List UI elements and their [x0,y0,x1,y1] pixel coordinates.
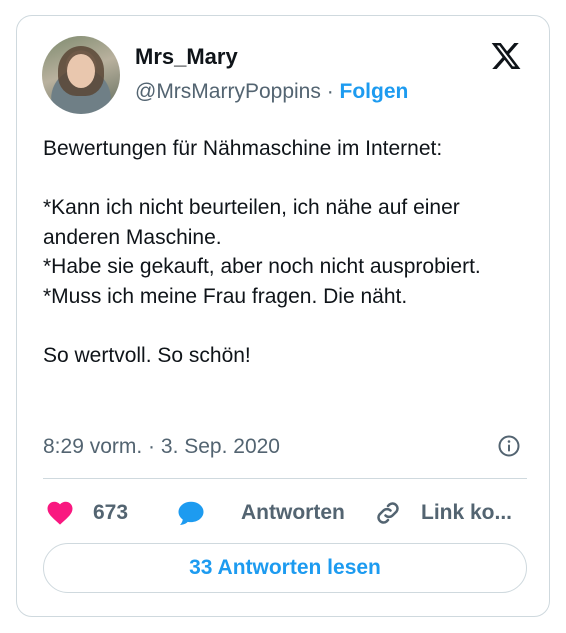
avatar-face [67,54,95,88]
timestamp-separator: · [142,435,161,458]
author-name[interactable]: Mrs_Mary [135,44,238,70]
x-logo-icon[interactable] [489,40,523,72]
link-icon [377,502,399,524]
reply-label: Antworten [241,501,345,524]
tweet-time: 8:29 vorm. [43,435,143,458]
read-replies-button[interactable]: 33 Antworten lesen [43,543,527,593]
info-icon[interactable] [497,434,521,458]
divider [43,478,527,479]
handle-separator: · [320,80,340,103]
author-handle[interactable]: @MrsMarryPoppins [135,80,321,103]
tweet-date: 3. Sep. 2020 [160,435,280,458]
avatar[interactable] [42,36,120,114]
speech-bubble-icon [178,501,204,525]
like-count: 673 [93,501,129,524]
reply-button[interactable]: Antworten [175,498,345,528]
like-button[interactable]: 673 [45,498,128,528]
copy-link-label: Link ko... [421,501,513,524]
handle-row: @MrsMarryPoppins · Folgen [135,79,408,105]
follow-button[interactable]: Folgen [340,80,409,103]
heart-icon [47,501,73,525]
tweet-card: Mrs_Mary @MrsMarryPoppins · Folgen Bewer… [16,15,550,617]
read-replies-label: 33 Antworten lesen [189,556,381,579]
tweet-text: Bewertungen für Nähmaschine im Internet:… [43,137,481,367]
copy-link-button[interactable]: Link ko... [373,498,512,528]
tweet-timestamp[interactable]: 8:29 vorm. · 3. Sep. 2020 [43,434,280,460]
